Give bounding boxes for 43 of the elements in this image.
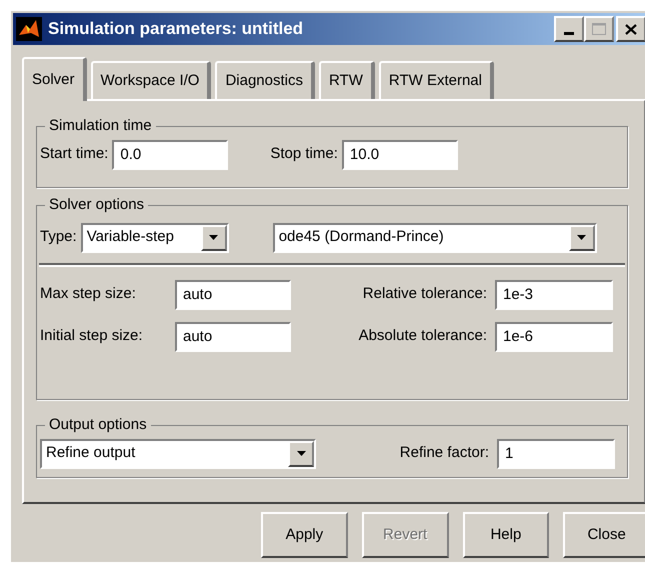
dropdown-button[interactable]: [200, 224, 227, 250]
group-title: Simulation time: [48, 116, 153, 136]
maximize-button[interactable]: [584, 16, 614, 42]
field-label: Initial step size:: [40, 326, 144, 346]
input-field[interactable]: auto: [175, 280, 291, 310]
dropdown[interactable]: Variable-step: [80, 222, 229, 252]
field-label: Start time:: [40, 144, 108, 164]
group-title: Solver options: [48, 195, 146, 215]
input-field[interactable]: 1: [497, 438, 615, 468]
field-label: Type:: [40, 227, 77, 248]
maximize-icon: [592, 23, 606, 35]
tab[interactable]: RTW External: [378, 61, 494, 99]
dropdown[interactable]: Refine output: [40, 438, 316, 468]
app-icon: [16, 17, 42, 41]
tab[interactable]: Diagnostics: [215, 61, 315, 99]
tab[interactable]: RTW: [319, 61, 375, 99]
close-button[interactable]: [616, 16, 645, 42]
dialog-button[interactable]: Apply: [261, 512, 348, 558]
tab[interactable]: Workspace I/O: [90, 61, 212, 99]
tab[interactable]: Solver: [22, 57, 87, 101]
dialog-button[interactable]: Help: [462, 512, 550, 558]
close-icon: [625, 24, 637, 34]
dropdown[interactable]: ode45 (Dormand-Prince): [272, 222, 597, 252]
field-label: Stop time:: [270, 144, 338, 164]
group-title: Output options: [48, 415, 148, 435]
input-field[interactable]: 10.0: [342, 140, 458, 170]
window-title: Simulation parameters: untitled: [48, 18, 304, 40]
dropdown-button[interactable]: [288, 440, 314, 466]
dropdown-button[interactable]: [568, 224, 595, 250]
caret-icon: [577, 235, 586, 240]
input-field[interactable]: 1e-3: [495, 280, 613, 310]
minimize-icon: [564, 32, 574, 35]
input-field[interactable]: 1e-6: [495, 322, 613, 352]
input-field[interactable]: auto: [175, 322, 291, 352]
minimize-button[interactable]: [554, 16, 584, 42]
field-label: Max step size:: [40, 284, 137, 304]
field-label: Refine factor:: [400, 443, 489, 464]
caret-icon: [209, 235, 218, 240]
field-label: Absolute tolerance:: [358, 326, 487, 346]
field-label: Relative tolerance:: [362, 284, 487, 304]
input-field[interactable]: 0.0: [112, 140, 228, 170]
dialog-button[interactable]: Close: [563, 512, 645, 558]
caret-icon: [296, 451, 306, 456]
